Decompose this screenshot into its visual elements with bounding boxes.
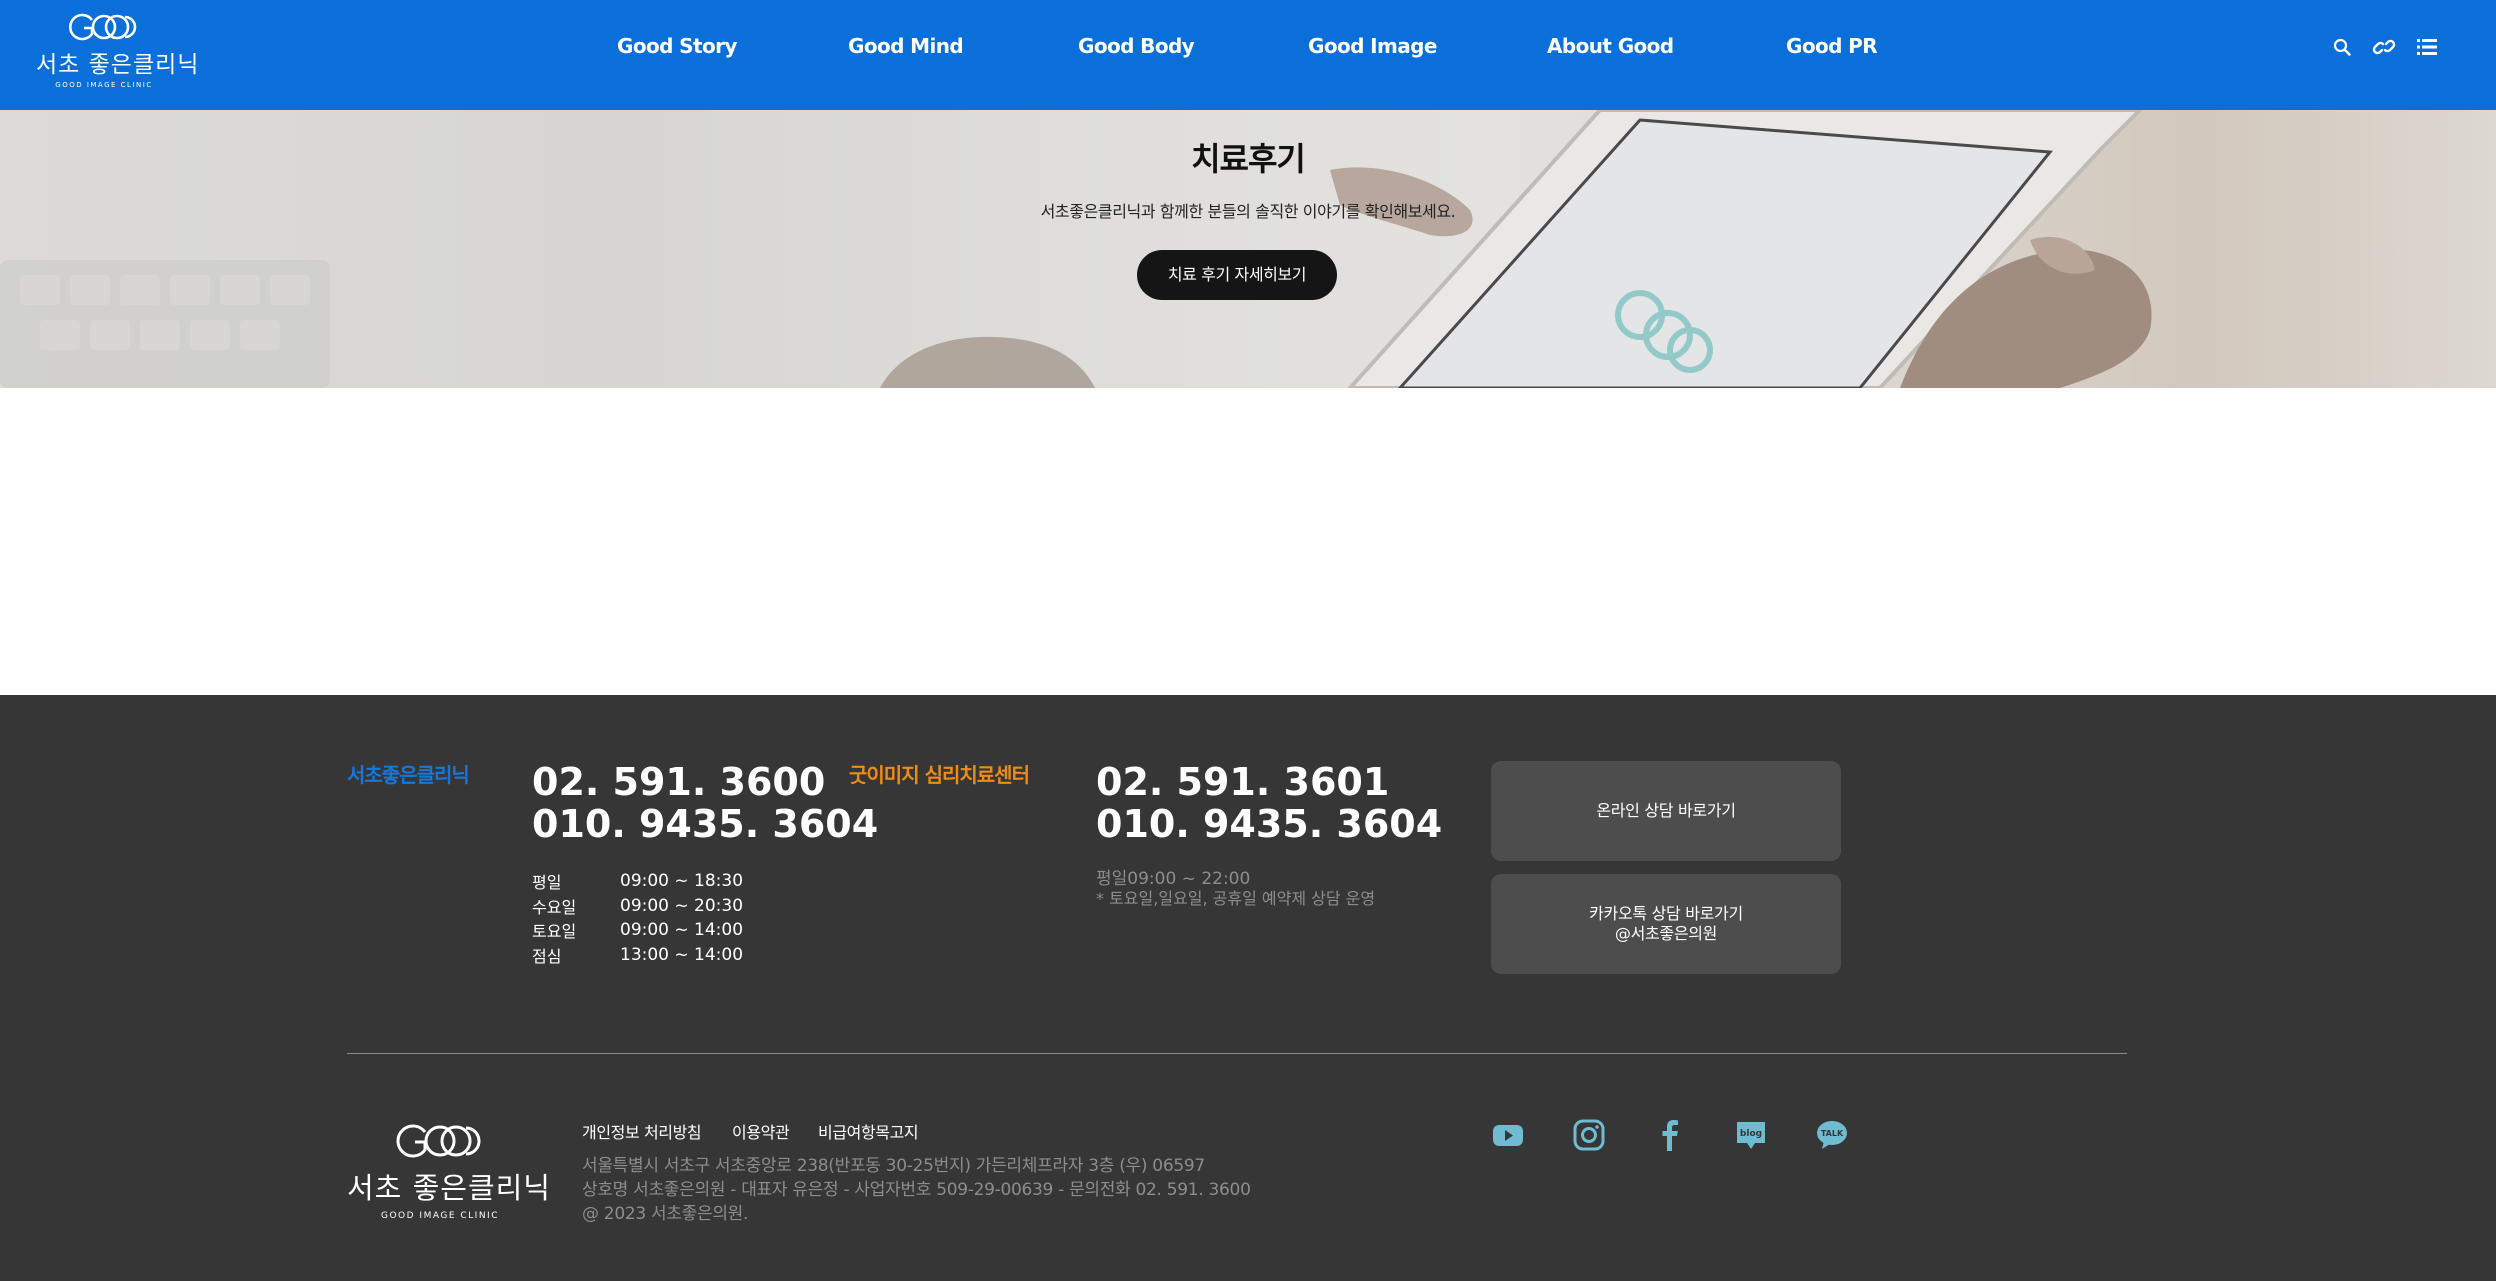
terms-link[interactable]: 이용약관 (732, 1119, 790, 1143)
search-icon[interactable] (2333, 38, 2351, 56)
footer-logo[interactable]: 서초 좋은클리닉 GOOD IMAGE CLINIC (347, 1119, 551, 1221)
kakao-consult-button[interactable]: 카카오톡 상담 바로가기 @서초좋은의원 (1491, 874, 1841, 974)
logo-english-text: GOOD IMAGE CLINIC (55, 81, 153, 89)
nav-about-good[interactable]: About Good (1547, 34, 1674, 58)
logo-korean-text: 서초 좋은클리닉 (36, 52, 200, 78)
company-info: 서울특별시 서초구 서초중앙로 238(반포동 30-25번지) 가든리체프라자… (582, 1154, 1251, 1226)
clinic-phone-1[interactable]: 02. 591. 3600 (532, 761, 825, 803)
hours-day: 점심 (532, 946, 562, 966)
link-icon[interactable] (2372, 37, 2396, 57)
facebook-icon[interactable] (1652, 1117, 1688, 1153)
psych-hours: 평일09:00 ~ 22:00 * 토요일,일요일, 공휴일 예약제 상담 운영 (1096, 869, 1375, 909)
footer-divider (347, 1053, 2127, 1054)
blog-icon-label: blog (1740, 1129, 1762, 1139)
kakaotalk-icon[interactable]: TALK (1814, 1117, 1850, 1153)
hours-time: 09:00 ~ 18:30 (620, 871, 744, 891)
online-consult-label: 온라인 상담 바로가기 (1596, 801, 1736, 820)
kakao-consult-label: 카카오톡 상담 바로가기 (1589, 904, 1743, 923)
footer-logo-english: GOOD IMAGE CLINIC (381, 1211, 499, 1221)
copyright: @ 2023 서초좋은의원. (582, 1204, 749, 1224)
hours-day: 수요일 (532, 897, 577, 917)
clinic-name: 서초좋은클리닉 (347, 763, 470, 787)
hero-subtitle: 서초좋은클리닉과 함께한 분들의 솔직한 이야기를 확인해보세요. (1040, 202, 1456, 221)
nav-good-story[interactable]: Good Story (617, 34, 737, 58)
psych-phone-2[interactable]: 010. 9435. 3604 (1096, 803, 1442, 845)
hours-time: 09:00 ~ 20:30 (620, 895, 744, 916)
instagram-icon[interactable] (1571, 1117, 1607, 1153)
footer-logo-korean: 서초 좋은클리닉 (347, 1171, 551, 1205)
hours-day: 평일 (532, 873, 562, 892)
nav-good-image[interactable]: Good Image (1308, 34, 1437, 58)
company-registration: 상호명 서초좋은의원 - 대표자 유은정 - 사업자번호 509-29-0063… (582, 1180, 1251, 1200)
blog-icon[interactable]: blog (1733, 1117, 1769, 1153)
site-logo[interactable]: 서초 좋은클리닉 GOOD IMAGE CLINIC (36, 10, 200, 90)
psych-hours-line: 평일09:00 ~ 22:00 (1096, 869, 1251, 889)
psych-center-name: 굿이미지 심리치료센터 (849, 763, 1030, 787)
site-header: 서초 좋은클리닉 GOOD IMAGE CLINIC Good Story Go… (0, 0, 2496, 110)
nav-good-body[interactable]: Good Body (1078, 34, 1195, 58)
list-icon[interactable] (2417, 38, 2437, 56)
nav-good-mind[interactable]: Good Mind (848, 34, 964, 58)
privacy-policy-link[interactable]: 개인정보 처리방침 (582, 1119, 702, 1143)
hours-time: 09:00 ~ 14:00 (620, 920, 744, 940)
good-logo-mark-icon (396, 1124, 481, 1158)
psych-hours-note: * 토요일,일요일, 공휴일 예약제 상담 운영 (1096, 889, 1376, 908)
hero-title: 치료후기 (1191, 140, 1306, 178)
company-address: 서울특별시 서초구 서초중앙로 238(반포동 30-25번지) 가든리체프라자… (582, 1156, 1205, 1176)
nav-good-pr[interactable]: Good PR (1786, 34, 1878, 58)
site-footer: 서초좋은클리닉 02. 591. 3600 010. 9435. 3604 평일… (0, 695, 2496, 1281)
online-consult-button[interactable]: 온라인 상담 바로가기 (1491, 761, 1841, 861)
good-logo-mark-icon (69, 13, 137, 41)
hours-day: 토요일 (532, 922, 577, 941)
hours-time: 13:00 ~ 14:00 (620, 944, 744, 965)
talk-icon-label: TALK (1821, 1129, 1844, 1138)
youtube-icon[interactable] (1490, 1117, 1526, 1153)
review-detail-button[interactable]: 치료 후기 자세히보기 (1137, 250, 1337, 300)
non-covered-items-link[interactable]: 비급여항목고지 (818, 1119, 919, 1143)
clinic-phone-2[interactable]: 010. 9435. 3604 (532, 803, 878, 845)
psych-phone-1[interactable]: 02. 591. 3601 (1096, 761, 1389, 803)
review-hero-banner: 치료후기 서초좋은클리닉과 함께한 분들의 솔직한 이야기를 확인해보세요. 치… (0, 110, 2496, 388)
kakao-consult-id: @서초좋은의원 (1614, 924, 1718, 943)
